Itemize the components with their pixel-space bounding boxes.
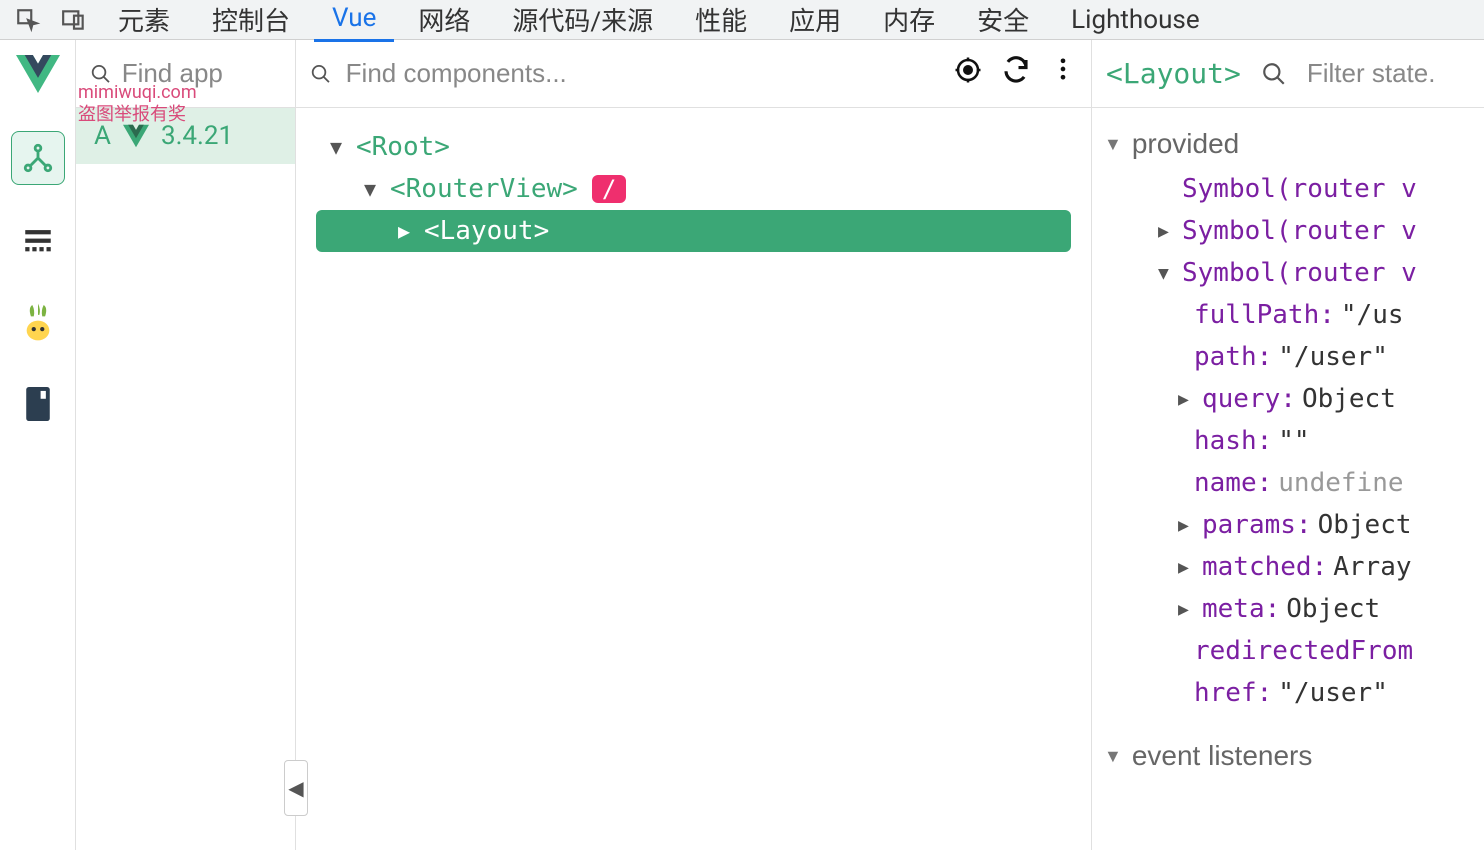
watermark-text: mimiwuqi.com 盗图举报有奖 [78, 82, 197, 125]
collapse-handle[interactable]: ◀ [284, 760, 308, 816]
filter-state-input[interactable] [1307, 58, 1457, 89]
state-body: ▼ provided Symbol(router v ▶ Symbol(rout… [1092, 108, 1484, 792]
find-components-input[interactable] [346, 58, 939, 89]
prop-path[interactable]: path: "/user" [1100, 336, 1476, 378]
components-inspector-icon[interactable] [11, 131, 65, 185]
components-search-row [296, 40, 1091, 108]
prop-symbol-1[interactable]: Symbol(router v [1100, 168, 1476, 210]
section-provided[interactable]: ▼ provided [1100, 120, 1476, 168]
pinia-icon[interactable] [11, 295, 65, 349]
tab-vue[interactable]: Vue [314, 0, 394, 42]
vue-small-icon [123, 123, 149, 149]
chevron-right-icon: ▶ [1178, 515, 1196, 536]
chevron-right-icon: ▶ [1178, 389, 1196, 410]
tab-application[interactable]: 应用 [771, 0, 859, 44]
prop-fullpath[interactable]: fullPath: "/us [1100, 294, 1476, 336]
inspect-element-icon[interactable] [8, 0, 48, 40]
vue-logo-icon [16, 52, 60, 103]
search-icon [1261, 61, 1287, 87]
section-label: provided [1132, 128, 1239, 160]
select-component-icon[interactable] [953, 55, 983, 92]
tab-network[interactable]: 网络 [400, 0, 488, 44]
components-panel: ◀ ▼ <Root> ▼ <Rou [296, 40, 1092, 850]
tree-root[interactable]: ▼ <Root> [316, 126, 1071, 168]
state-header: <Layout> [1092, 40, 1484, 108]
prop-query[interactable]: ▶ query: Object [1100, 378, 1476, 420]
chevron-down-icon: ▼ [1158, 263, 1176, 284]
prop-symbol-3[interactable]: ▼ Symbol(router v [1100, 252, 1476, 294]
app-letter: A [94, 121, 111, 151]
watermark-line1: mimiwuqi.com [78, 82, 197, 104]
prop-meta[interactable]: ▶ meta: Object [1100, 588, 1476, 630]
chevron-down-icon: ▼ [1104, 134, 1122, 155]
prop-matched[interactable]: ▶ matched: Array [1100, 546, 1476, 588]
tree-layout[interactable]: ▶ <Layout> [316, 210, 1071, 252]
devtools-tabbar: 元素 控制台 Vue 网络 源代码/来源 性能 应用 内存 安全 Lightho… [0, 0, 1484, 40]
chevron-right-icon: ▶ [1158, 221, 1176, 242]
section-label: event listeners [1132, 740, 1313, 772]
chevron-right-icon: ▶ [398, 219, 418, 243]
state-title: <Layout> [1106, 57, 1241, 90]
state-panel: <Layout> ▼ provided Symbol(router v ▶ Sy… [1092, 40, 1484, 850]
chevron-right-icon: ▶ [1178, 599, 1196, 620]
timeline-icon[interactable] [11, 213, 65, 267]
tab-performance[interactable]: 性能 [677, 0, 765, 44]
app-version: 3.4.21 [161, 121, 233, 151]
refresh-icon[interactable] [1001, 55, 1031, 92]
prop-name[interactable]: name: undefine [1100, 462, 1476, 504]
more-menu-icon[interactable] [1049, 55, 1077, 92]
prop-redirectedfrom[interactable]: redirectedFrom [1100, 630, 1476, 672]
tree-node-label: <Root> [356, 132, 450, 162]
prop-hash[interactable]: hash: "" [1100, 420, 1476, 462]
chevron-down-icon: ▼ [1104, 746, 1122, 767]
prop-params[interactable]: ▶ params: Object [1100, 504, 1476, 546]
vue-left-rail [0, 40, 76, 850]
search-icon [310, 60, 332, 88]
prop-symbol-2[interactable]: ▶ Symbol(router v [1100, 210, 1476, 252]
tab-lighthouse[interactable]: Lighthouse [1053, 0, 1217, 41]
section-event-listeners[interactable]: ▼ event listeners [1100, 732, 1476, 780]
chevron-right-icon: ▶ [1178, 557, 1196, 578]
tab-elements[interactable]: 元素 [100, 0, 188, 44]
tab-console[interactable]: 控制台 [194, 0, 308, 44]
device-toolbar-icon[interactable] [54, 0, 94, 40]
tree-routerview[interactable]: ▼ <RouterView> / [316, 168, 1071, 210]
tab-sources[interactable]: 源代码/来源 [494, 0, 671, 44]
routes-icon[interactable] [11, 377, 65, 431]
chevron-down-icon: ▼ [330, 135, 350, 159]
tree-node-label: <Layout> [424, 216, 549, 246]
component-tree: ▼ <Root> ▼ <RouterView> / ▶ <Layout> [296, 108, 1091, 272]
tree-node-label: <RouterView> [390, 174, 578, 204]
watermark-line2: 盗图举报有奖 [78, 104, 197, 126]
chevron-down-icon: ▼ [364, 177, 384, 201]
apps-panel: mimiwuqi.com 盗图举报有奖 A 3.4.21 [76, 40, 296, 850]
tab-memory[interactable]: 内存 [865, 0, 953, 44]
tab-security[interactable]: 安全 [959, 0, 1047, 44]
route-badge: / [592, 175, 626, 203]
prop-href[interactable]: href: "/user" [1100, 672, 1476, 714]
